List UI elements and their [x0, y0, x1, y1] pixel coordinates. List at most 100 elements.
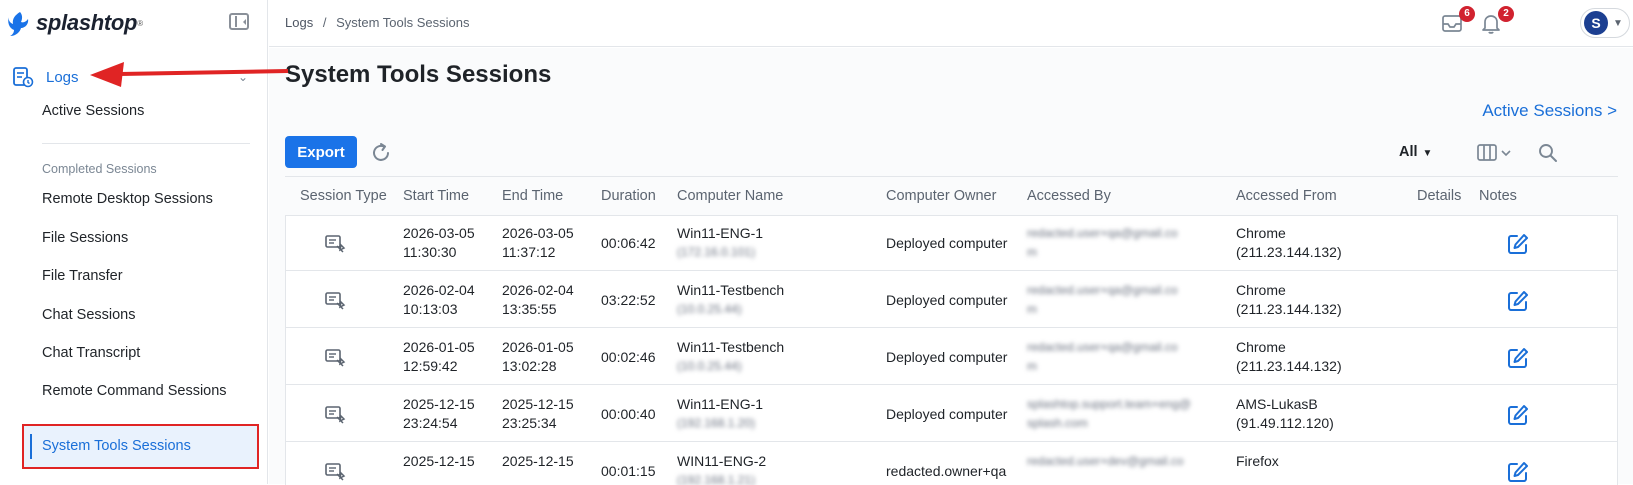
end-date-value: 2026-03-05: [502, 225, 574, 241]
accessed-from-ip: (211.23.144.132): [1236, 301, 1342, 317]
notification-badge: 2: [1498, 6, 1514, 22]
accessed-by-value-2: m: [1027, 245, 1037, 259]
computer-ip: (192.168.1.20): [677, 416, 756, 430]
table-row[interactable]: 2025-12-15 23:24:54 2025-12-15 23:25:34 00:0…: [286, 387, 1617, 442]
system-tools-icon: [325, 235, 346, 253]
sidebar-item-remote-command[interactable]: Remote Command Sessions: [42, 383, 227, 399]
accessed-from: Chrome (211.23.144.132): [1236, 338, 1342, 376]
breadcrumb-current: System Tools Sessions: [336, 15, 470, 30]
refresh-icon[interactable]: [369, 141, 393, 165]
sidebar-item-logs[interactable]: Logs ⌄: [12, 64, 252, 90]
end-time-value: 23:25:34: [502, 415, 557, 431]
accessed-by: redacted.user+dev@gmail.co: [1027, 452, 1184, 471]
computer-ip: (192.168.1.21): [677, 473, 756, 485]
computer-ip: (10.0.25.44): [677, 302, 742, 316]
edit-note-icon[interactable]: [1507, 347, 1529, 369]
sidebar-item-chat-transcript[interactable]: Chat Transcript: [42, 345, 140, 361]
inbox-button[interactable]: 6: [1441, 6, 1475, 36]
computer-ip: (172.16.0.101): [677, 245, 756, 259]
accessed-from: Chrome (211.23.144.132): [1236, 224, 1342, 262]
table-header: Session Type Start Time End Time Duratio…: [285, 176, 1618, 214]
computer-ip: (10.0.25.44): [677, 359, 742, 373]
computer-owner: Deployed computer: [886, 349, 1008, 365]
col-accessed-by[interactable]: Accessed By: [1027, 188, 1111, 204]
sidebar-item-chat-sessions[interactable]: Chat Sessions: [42, 307, 136, 323]
end-date-value: 2026-01-05: [502, 339, 574, 355]
table-row[interactable]: 2026-03-05 11:30:30 2026-03-05 11:37:12 00:0…: [286, 216, 1617, 271]
accessed-by: redacted.user+qa@gmail.co m: [1027, 338, 1178, 376]
breadcrumb: Logs / System Tools Sessions: [285, 15, 476, 30]
columns-button[interactable]: [1477, 142, 1517, 164]
accessed-by-value: splashtop.support.team+eng@: [1027, 397, 1191, 411]
accessed-by-value-2: splash.com: [1027, 416, 1088, 430]
chevron-down-icon: ▼: [1422, 148, 1433, 159]
sidebar-item-file-transfer[interactable]: File Transfer: [42, 268, 123, 284]
sidebar-item-active-sessions[interactable]: Active Sessions: [42, 103, 144, 119]
accessed-by-value: redacted.user+dev@gmail.co: [1027, 454, 1184, 468]
computer-name: Win11-Testbench (10.0.25.44): [677, 338, 784, 376]
accessed-by: redacted.user+qa@gmail.co m: [1027, 281, 1178, 319]
computer-name-value: Win11-ENG-1: [677, 396, 764, 412]
col-duration[interactable]: Duration: [601, 188, 656, 204]
start-time: 2026-01-05 12:59:42: [403, 338, 475, 376]
accessed-from-value: Chrome: [1236, 282, 1286, 298]
system-tools-icon: [325, 406, 346, 424]
accessed-by-value-2: m: [1027, 359, 1037, 373]
accessed-from: Chrome (211.23.144.132): [1236, 281, 1342, 319]
breadcrumb-logs[interactable]: Logs: [285, 15, 313, 30]
splashtop-mark-icon: [8, 12, 29, 36]
start-time-value: 23:24:54: [403, 415, 458, 431]
inbox-badge: 6: [1459, 6, 1475, 22]
computer-name-value: Win11-Testbench: [677, 282, 785, 298]
col-end-time[interactable]: End Time: [502, 188, 563, 204]
splashtop-logo[interactable]: splashtop ®: [6, 8, 143, 38]
start-date-value: 2026-01-05: [403, 339, 475, 355]
active-sessions-link[interactable]: Active Sessions >: [1482, 101, 1617, 121]
export-button[interactable]: Export: [285, 136, 357, 168]
table-row[interactable]: 2026-02-04 10:13:03 2026-02-04 13:35:55 03:2…: [286, 273, 1617, 328]
accessed-from-value: Chrome: [1236, 339, 1286, 355]
col-start-time[interactable]: Start Time: [403, 188, 469, 204]
accessed-from-value: Chrome: [1236, 225, 1286, 241]
sidebar-item-system-tools-label: System Tools Sessions: [42, 438, 191, 454]
sidebar-section-completed: Completed Sessions: [42, 162, 157, 176]
sidebar-item-remote-desktop[interactable]: Remote Desktop Sessions: [42, 191, 213, 207]
sidebar-divider: [42, 143, 250, 144]
start-time: 2026-03-05 11:30:30: [403, 224, 475, 262]
edit-note-icon[interactable]: [1507, 233, 1529, 255]
computer-name: Win11-Testbench (10.0.25.44): [677, 281, 784, 319]
col-details: Details: [1417, 188, 1462, 204]
end-date-value: 2025-12-15: [502, 453, 574, 469]
brand-name: splashtop: [36, 10, 138, 35]
start-time-value: 10:13:03: [403, 301, 458, 317]
start-date-value: 2025-12-15: [403, 396, 475, 412]
chevron-down-icon[interactable]: ⌄: [238, 70, 248, 84]
notifications-button[interactable]: 2: [1480, 6, 1514, 36]
edit-note-icon[interactable]: [1507, 461, 1529, 483]
logs-icon: [13, 67, 34, 88]
sidebar-item-file-sessions[interactable]: File Sessions: [42, 230, 128, 246]
filter-dropdown[interactable]: All ▼: [1399, 144, 1432, 160]
table-row[interactable]: 2026-01-05 12:59:42 2026-01-05 13:02:28 00:0…: [286, 330, 1617, 385]
col-computer-name[interactable]: Computer Name: [677, 188, 783, 204]
end-time: 2026-02-04 13:35:55: [502, 281, 574, 319]
search-button[interactable]: [1537, 142, 1559, 164]
start-time-value: 12:59:42: [403, 358, 458, 374]
end-time: 2025-12-15: [502, 452, 574, 471]
start-time-value: 11:30:30: [403, 244, 457, 260]
accessed-from-ip: (211.23.144.132): [1236, 244, 1342, 260]
col-accessed-from[interactable]: Accessed From: [1236, 188, 1337, 204]
edit-note-icon[interactable]: [1507, 290, 1529, 312]
sidebar-item-system-tools[interactable]: System Tools Sessions: [22, 424, 259, 469]
col-computer-owner[interactable]: Computer Owner: [886, 188, 996, 204]
collapse-sidebar-icon[interactable]: [229, 13, 249, 30]
table-row[interactable]: 2025-12-15 2025-12-15 00:01:15 WIN11-ENG-2 (…: [286, 444, 1617, 485]
end-time-value: 13:02:28: [502, 358, 557, 374]
col-session-type[interactable]: Session Type: [300, 188, 387, 204]
chevron-down-icon: ▼: [1613, 17, 1623, 29]
edit-note-icon[interactable]: [1507, 404, 1529, 426]
user-menu[interactable]: S ▼: [1580, 8, 1630, 38]
accessed-by: splashtop.support.team+eng@ splash.com: [1027, 395, 1191, 433]
accessed-from: AMS-LukasB (91.49.112.120): [1236, 395, 1334, 433]
start-date-value: 2026-02-04: [403, 282, 475, 298]
